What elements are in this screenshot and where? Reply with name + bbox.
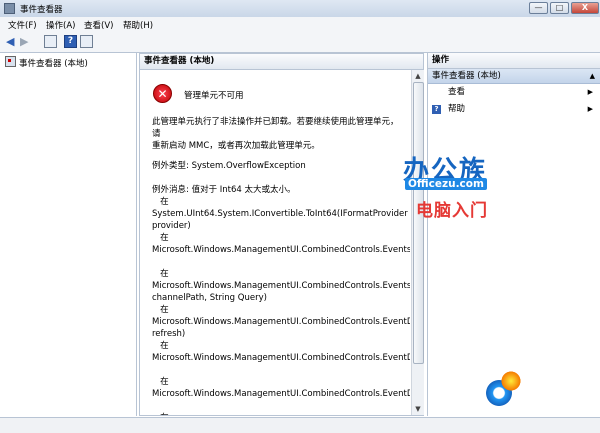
back-icon[interactable]: ◀ bbox=[6, 35, 14, 48]
watermark-url: Officezu.com bbox=[405, 178, 487, 190]
toolbar: ◀ ▶ ? bbox=[0, 32, 600, 53]
help-icon: ? bbox=[432, 105, 441, 114]
scroll-down-icon[interactable]: ▼ bbox=[413, 404, 423, 414]
result-pane-header: 事件查看器 (本地) bbox=[140, 54, 423, 70]
show-hide-tree-icon[interactable] bbox=[44, 35, 57, 48]
vertical-scrollbar[interactable]: ▲ ▼ bbox=[411, 70, 424, 415]
watermark-flame-icon bbox=[500, 370, 522, 392]
menu-bar: 文件(F) 操作(A) 查看(V) 帮助(H) bbox=[0, 17, 600, 32]
actions-section-header[interactable]: 事件查看器 (本地) ▲ bbox=[428, 69, 600, 84]
window-title: 事件查看器 bbox=[20, 5, 63, 15]
maximize-button[interactable]: □ bbox=[550, 2, 569, 14]
result-pane: 事件查看器 (本地) ✕ 管理单元不可用 此管理单元执行了非法操作并已卸载。若要… bbox=[139, 53, 424, 416]
action-help[interactable]: ? 帮助 ▶ bbox=[428, 101, 600, 118]
title-bar: 事件查看器 — □ X bbox=[0, 0, 600, 18]
submenu-arrow-icon: ▶ bbox=[587, 88, 593, 96]
tree-item-event-viewer-local[interactable]: 事件查看器 (本地) bbox=[5, 56, 88, 69]
error-message: 此管理单元执行了非法操作并已卸载。若要继续使用此管理单元，请 重新启动 MMC，… bbox=[152, 116, 402, 152]
close-button[interactable]: X bbox=[571, 2, 599, 14]
scroll-thumb[interactable] bbox=[413, 82, 424, 364]
actions-header: 操作 bbox=[428, 53, 600, 69]
error-message-line: 重新启动 MMC，或者再次加载此管理单元。 bbox=[152, 141, 320, 151]
scroll-up-icon[interactable]: ▲ bbox=[413, 71, 423, 81]
submenu-arrow-icon: ▶ bbox=[587, 105, 593, 113]
action-label: 查看 bbox=[448, 87, 466, 97]
menu-action[interactable]: 操作(A) bbox=[46, 19, 75, 31]
menu-help[interactable]: 帮助(H) bbox=[123, 19, 153, 31]
menu-file[interactable]: 文件(F) bbox=[8, 19, 37, 31]
exception-trace: 例外类型: System.OverflowException 例外消息: 值对于… bbox=[152, 161, 410, 415]
show-hide-actions-icon[interactable] bbox=[80, 35, 93, 48]
actions-section-label: 事件查看器 (本地) bbox=[432, 71, 501, 81]
console-tree: 事件查看器 (本地) bbox=[0, 53, 137, 416]
error-icon: ✕ bbox=[153, 84, 172, 103]
error-content: ✕ 管理单元不可用 此管理单元执行了非法操作并已卸载。若要继续使用此管理单元，请… bbox=[140, 70, 410, 415]
event-viewer-icon bbox=[5, 56, 16, 67]
collapse-icon[interactable]: ▲ bbox=[590, 69, 595, 83]
menu-view[interactable]: 查看(V) bbox=[84, 19, 113, 31]
error-title: 管理单元不可用 bbox=[184, 91, 244, 101]
action-label: 帮助 bbox=[448, 104, 466, 114]
minimize-button[interactable]: — bbox=[529, 2, 548, 14]
tree-item-label: 事件查看器 (本地) bbox=[19, 59, 88, 69]
help-icon[interactable]: ? bbox=[64, 35, 77, 48]
actions-pane: 操作 事件查看器 (本地) ▲ 查看 ▶ ? 帮助 ▶ bbox=[427, 53, 600, 416]
forward-icon[interactable]: ▶ bbox=[20, 35, 28, 48]
status-bar bbox=[0, 417, 600, 433]
action-view[interactable]: 查看 ▶ bbox=[428, 84, 600, 101]
event-viewer-app-icon bbox=[4, 3, 15, 14]
watermark-subtitle: 电脑入门 bbox=[416, 201, 488, 221]
error-message-line: 此管理单元执行了非法操作并已卸载。若要继续使用此管理单元，请 bbox=[152, 117, 399, 139]
